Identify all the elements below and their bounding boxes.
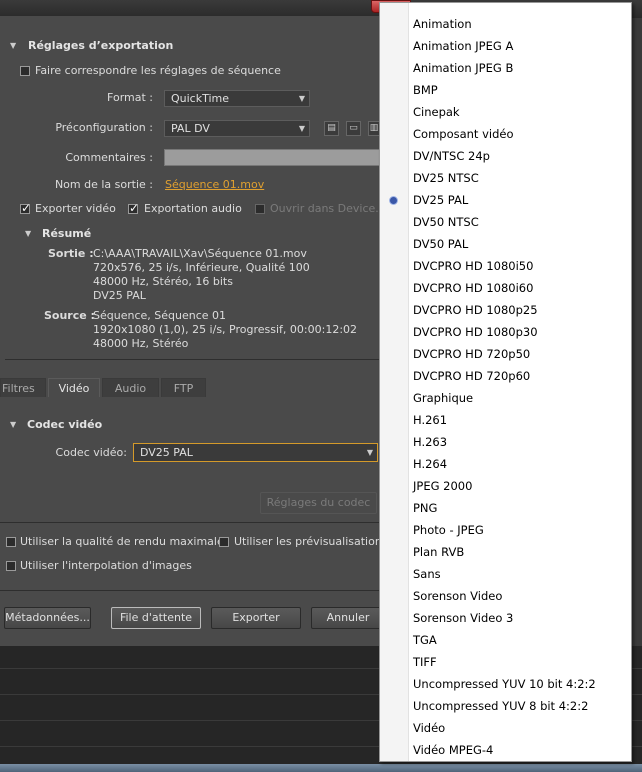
settings-tabs: Filtres Vidéo Audio FTP — [0, 378, 385, 398]
menu-item[interactable]: JPEG 2000 — [413, 475, 472, 497]
output-name-link[interactable]: Séquence 01.mov — [165, 178, 264, 191]
output-key: Sortie : — [48, 247, 94, 260]
menu-item[interactable]: Uncompressed YUV 10 bit 4:2:2 — [413, 673, 596, 695]
divider — [5, 359, 380, 360]
comments-input[interactable] — [164, 149, 380, 166]
background-window — [632, 18, 642, 646]
menu-gutter — [380, 3, 409, 761]
format-value: QuickTime — [171, 92, 230, 105]
menu-item[interactable]: H.264 — [413, 453, 447, 475]
source-line: 1920x1080 (1,0), 25 i/s, Progressif, 00:… — [93, 323, 358, 336]
taskbar — [0, 764, 642, 772]
menu-item[interactable]: H.261 — [413, 409, 447, 431]
divider — [0, 590, 385, 591]
export-button[interactable]: Exporter — [211, 607, 301, 629]
tab-ftp[interactable]: FTP — [161, 378, 206, 397]
preset-label: Préconfiguration : — [55, 121, 153, 134]
menu-item[interactable]: DV25 PAL — [413, 189, 468, 211]
selected-bullet-icon — [390, 197, 397, 204]
codec-settings-button[interactable]: Réglages du codec — [260, 492, 377, 514]
menu-item[interactable]: Vidéo MPEG-4 — [413, 739, 493, 761]
menu-item[interactable]: DVCPRO HD 1080p30 — [413, 321, 538, 343]
output-line: 48000 Hz, Stéréo, 16 bits — [93, 275, 233, 288]
match-sequence-label: Faire correspondre les réglages de séque… — [35, 64, 281, 77]
save-preset-icon[interactable]: ▤ — [324, 121, 339, 136]
menu-item[interactable]: PNG — [413, 497, 437, 519]
codec-select[interactable]: DV25 PAL ▼ — [133, 443, 378, 462]
max-render-checkbox[interactable] — [6, 537, 16, 547]
preset-select[interactable]: PAL DV ▼ — [164, 120, 310, 137]
export-video-checkbox[interactable] — [20, 201, 31, 215]
menu-item[interactable]: DV50 NTSC — [413, 211, 479, 233]
metadata-button[interactable]: Métadonnées... — [4, 607, 91, 629]
use-previews-checkbox[interactable] — [219, 537, 229, 547]
menu-item[interactable]: TGA — [413, 629, 437, 651]
source-line: 48000 Hz, Stéréo — [93, 337, 189, 350]
codec-value: DV25 PAL — [140, 446, 193, 459]
open-device-checkbox[interactable] — [255, 204, 265, 214]
menu-item[interactable]: DVCPRO HD 1080i50 — [413, 255, 533, 277]
chevron-down-icon: ▼ — [298, 94, 305, 103]
tab-filtres[interactable]: Filtres — [0, 378, 46, 397]
menu-item[interactable]: DV25 NTSC — [413, 167, 479, 189]
format-select[interactable]: QuickTime ▼ — [164, 90, 310, 107]
match-sequence-checkbox[interactable] — [20, 66, 30, 76]
collapse-triangle-icon[interactable]: ▼ — [10, 420, 16, 429]
menu-item[interactable]: Uncompressed YUV 8 bit 4:2:2 — [413, 695, 588, 717]
menu-item[interactable]: DVCPRO HD 1080i60 — [413, 277, 533, 299]
source-line: Séquence, Séquence 01 — [93, 309, 227, 322]
export-audio-label: Exportation audio — [144, 202, 242, 215]
export-audio-checkbox[interactable] — [128, 201, 139, 215]
frame-blend-label: Utiliser l'interpolation d'images — [20, 559, 192, 572]
menu-item[interactable]: Sorenson Video — [413, 585, 502, 607]
output-line: C:\AAA\TRAVAIL\Xav\Séquence 01.mov — [93, 247, 307, 260]
menu-item[interactable]: DV/NTSC 24p — [413, 145, 490, 167]
menu-item[interactable]: Sorenson Video 3 — [413, 607, 513, 629]
menu-item[interactable]: Plan RVB — [413, 541, 464, 563]
collapse-triangle-icon[interactable]: ▼ — [10, 41, 16, 50]
codec-dropdown-menu: Animation Animation JPEG A Animation JPEG … — [379, 2, 632, 762]
summary-title: Résumé — [42, 227, 92, 240]
comments-label: Commentaires : — [65, 151, 153, 164]
chevron-down-icon: ▼ — [298, 124, 305, 133]
menu-item[interactable]: Graphique — [413, 387, 473, 409]
export-settings-title: Réglages d’exportation — [28, 39, 174, 52]
queue-button[interactable]: File d'attente — [111, 607, 201, 629]
tab-audio[interactable]: Audio — [102, 378, 159, 397]
chevron-down-icon: ▼ — [366, 448, 373, 457]
frame-blend-checkbox[interactable] — [6, 561, 16, 571]
menu-item[interactable]: DVCPRO HD 720p50 — [413, 343, 530, 365]
menu-item[interactable]: Photo - JPEG — [413, 519, 484, 541]
output-name-label: Nom de la sortie : — [54, 178, 153, 191]
menu-item[interactable]: DVCPRO HD 720p60 — [413, 365, 530, 387]
menu-item[interactable]: Animation JPEG B — [413, 57, 513, 79]
source-key: Source : — [44, 309, 95, 322]
max-render-label: Utiliser la qualité de rendu maximale — [20, 535, 224, 548]
open-device-label: Ouvrir dans Device... — [270, 202, 386, 215]
menu-item[interactable]: Animation JPEG A — [413, 35, 513, 57]
output-line: 720x576, 25 i/s, Inférieure, Qualité 100 — [93, 261, 310, 274]
menu-item[interactable]: Cinepak — [413, 101, 460, 123]
collapse-triangle-icon[interactable]: ▼ — [25, 229, 31, 238]
menu-item[interactable]: BMP — [413, 79, 438, 101]
menu-item[interactable]: DVCPRO HD 1080p25 — [413, 299, 538, 321]
import-preset-icon[interactable]: ▭ — [346, 121, 361, 136]
menu-item[interactable]: Animation — [413, 13, 472, 35]
divider — [0, 522, 385, 523]
output-line: DV25 PAL — [93, 289, 146, 302]
tab-video[interactable]: Vidéo — [48, 378, 100, 397]
format-label: Format : — [107, 91, 153, 104]
export-video-label: Exporter vidéo — [35, 202, 116, 215]
codec-label: Codec vidéo: — [55, 446, 127, 459]
menu-item[interactable]: Composant vidéo — [413, 123, 514, 145]
menu-item[interactable]: Vidéo — [413, 717, 445, 739]
menu-item[interactable]: TIFF — [413, 651, 437, 673]
preset-value: PAL DV — [171, 122, 210, 135]
menu-item[interactable]: Sans — [413, 563, 441, 585]
menu-item[interactable]: H.263 — [413, 431, 447, 453]
menu-item[interactable]: DV50 PAL — [413, 233, 468, 255]
codec-section-title: Codec vidéo — [27, 418, 103, 431]
use-previews-label: Utiliser les prévisualisations — [234, 535, 388, 548]
cancel-button[interactable]: Annuler — [311, 607, 385, 629]
